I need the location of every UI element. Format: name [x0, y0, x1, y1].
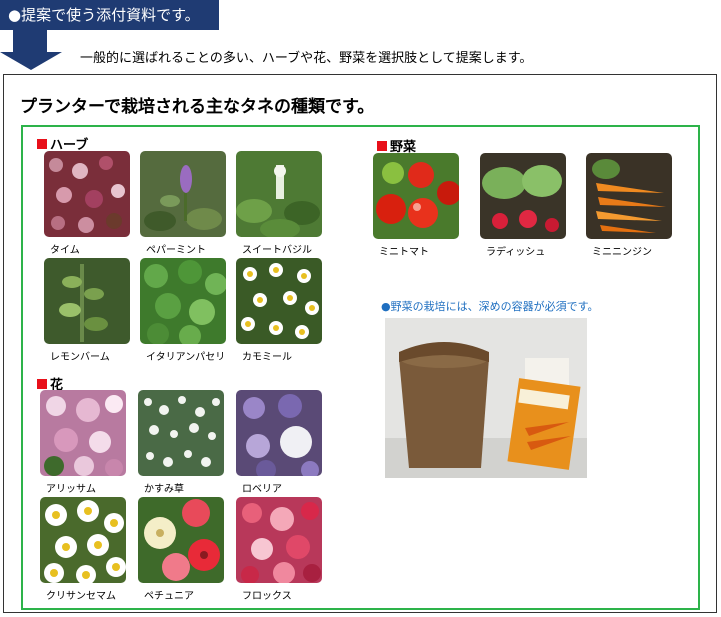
- mini-tomato-photo: [373, 153, 459, 239]
- herb-item: タイム: [44, 151, 130, 256]
- herb-item: カモミール: [236, 258, 322, 363]
- alyssum-photo: [40, 390, 126, 476]
- herb-caption: スイートバジル: [242, 245, 312, 256]
- phlox-photo: [236, 497, 322, 583]
- flower-item: クリサンセマム: [40, 497, 126, 602]
- herb-caption: タイム: [50, 245, 80, 256]
- herb-item: イタリアンパセリ: [140, 258, 226, 363]
- flower-item: フロックス: [236, 497, 322, 602]
- flower-item: かすみ草: [138, 390, 224, 495]
- red-square-icon: [37, 138, 47, 149]
- red-square-icon: [37, 378, 47, 389]
- herb-caption: カモミール: [242, 352, 292, 363]
- flower-caption: ペチュニア: [144, 591, 194, 602]
- chrysanthemum-photo: [40, 497, 126, 583]
- vegetable-caption: ミニニンジン: [592, 247, 652, 258]
- herb-caption: ペパーミント: [146, 245, 206, 256]
- vegetable-note: ●野菜の栽培には、深めの容器が必須です。: [381, 300, 599, 313]
- flower-item: アリッサム: [40, 390, 126, 495]
- herb-caption: イタリアンパセリ: [146, 352, 226, 363]
- thyme-photo: [44, 151, 130, 237]
- vegetable-item: ラディッシュ: [480, 153, 566, 258]
- flower-caption: アリッサム: [46, 484, 96, 495]
- peppermint-photo: [140, 151, 226, 237]
- flower-caption: かすみ草: [144, 484, 184, 495]
- herb-item: スイートバジル: [236, 151, 322, 256]
- flower-caption: クリサンセマム: [46, 591, 116, 602]
- sweet-basil-photo: [236, 151, 322, 237]
- vegetable-caption: ラディッシュ: [486, 247, 546, 258]
- flower-caption: フロックス: [242, 591, 292, 602]
- red-square-icon: [377, 140, 387, 151]
- panel-title: プランターで栽培される主なタネの種類です。: [20, 97, 375, 117]
- flower-item: ロベリア: [236, 390, 322, 495]
- herb-caption: レモンバーム: [50, 352, 110, 363]
- down-arrow-icon: [0, 30, 62, 70]
- petunia-photo: [138, 497, 224, 583]
- flower-item: ペチュニア: [138, 497, 224, 602]
- seed-pot-photo: [385, 318, 587, 478]
- vegetable-item: ミニニンジン: [586, 153, 672, 258]
- chamomile-photo: [236, 258, 322, 344]
- babys-breath-photo: [138, 390, 224, 476]
- herb-item: レモンバーム: [44, 258, 130, 363]
- header-subtitle: 一般的に選ばれることの多い、ハーブや花、野菜を選択肢として提案します。: [80, 51, 533, 66]
- vegetable-caption: ミニトマト: [379, 247, 429, 258]
- header-tag: ●提案で使う添付資料です。: [0, 0, 219, 30]
- italian-parsley-photo: [140, 258, 226, 344]
- herb-item: ペパーミント: [140, 151, 226, 256]
- vegetable-item: ミニトマト: [373, 153, 459, 258]
- radish-photo: [480, 153, 566, 239]
- lobelia-photo: [236, 390, 322, 476]
- mini-carrot-photo: [586, 153, 672, 239]
- lemon-balm-photo: [44, 258, 130, 344]
- flower-caption: ロベリア: [242, 484, 282, 495]
